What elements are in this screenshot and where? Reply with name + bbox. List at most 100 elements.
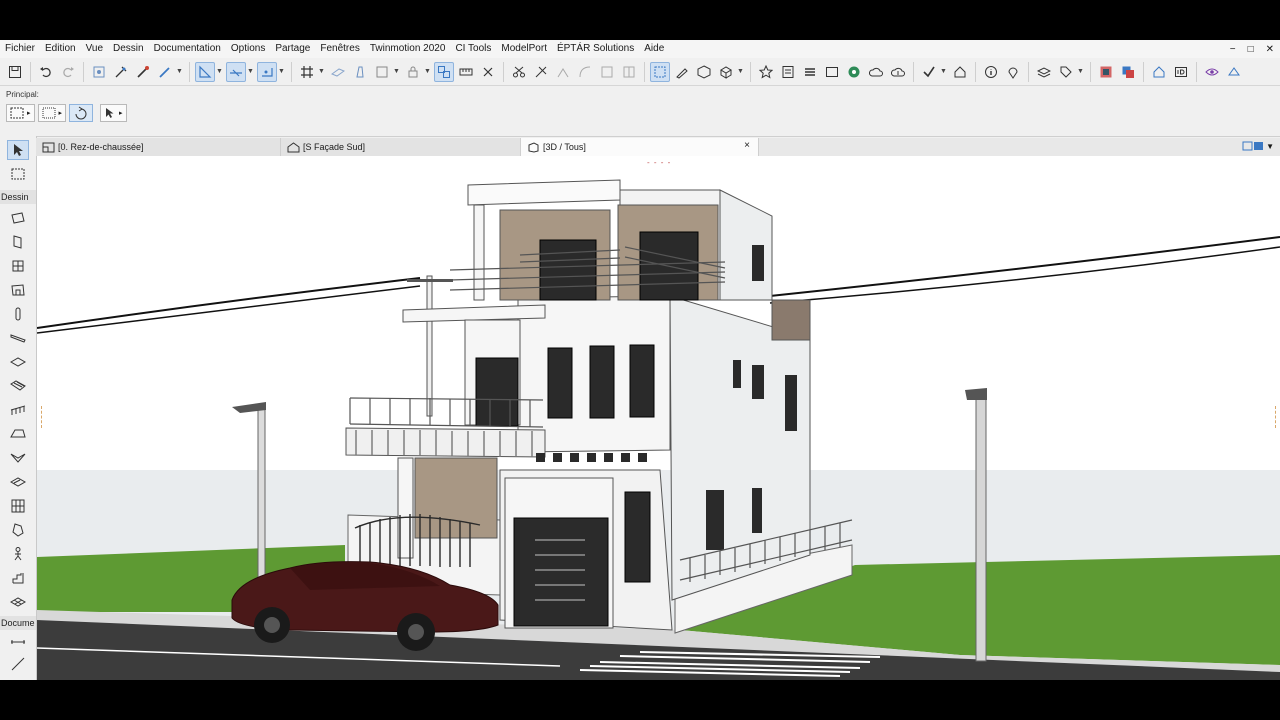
curtain-wall-tool[interactable]	[7, 496, 29, 516]
menu-modelport[interactable]: ModelPort	[496, 40, 552, 58]
tab-rez-de-chaussee[interactable]: [0. Rez-de-chaussée]	[36, 138, 281, 156]
menu-dessin[interactable]: Dessin	[108, 40, 149, 58]
dimension-tool[interactable]	[7, 630, 29, 650]
layers-button[interactable]	[1034, 62, 1054, 82]
save-button[interactable]	[5, 62, 25, 82]
syringe-settings-button[interactable]	[155, 62, 175, 82]
graphic-override-button[interactable]	[1096, 62, 1116, 82]
pick-up-button[interactable]	[89, 62, 109, 82]
selection-method-button[interactable]: ▸	[6, 104, 35, 122]
eyedropper-button[interactable]	[133, 62, 153, 82]
renovation-filter-button[interactable]	[1118, 62, 1138, 82]
split-button[interactable]	[509, 62, 529, 82]
slab-tool[interactable]	[7, 352, 29, 372]
column-tool[interactable]	[7, 304, 29, 324]
chevron-down-icon[interactable]: ▼	[278, 68, 285, 75]
3d-mode-button[interactable]	[716, 62, 736, 82]
beam-tool[interactable]	[7, 328, 29, 348]
zone-button[interactable]	[1003, 62, 1023, 82]
object-tool[interactable]	[7, 280, 29, 300]
pen-button[interactable]	[350, 62, 370, 82]
navigator-button[interactable]	[800, 62, 820, 82]
chevron-down-icon[interactable]: ▼	[940, 68, 947, 75]
restore-button[interactable]: □	[1248, 44, 1254, 55]
chevron-down-icon[interactable]: ▼	[1077, 68, 1084, 75]
gravity-button[interactable]	[328, 62, 348, 82]
window-tool[interactable]	[7, 256, 29, 276]
rotate-marquee-button[interactable]	[69, 104, 94, 122]
favorites-button[interactable]	[756, 62, 776, 82]
check-button[interactable]	[919, 62, 939, 82]
chevron-down-icon[interactable]: ▼	[216, 68, 223, 75]
3d-cutaway-button[interactable]	[694, 62, 714, 82]
tab-facade-sud[interactable]: [S Façade Sud]	[281, 138, 521, 156]
close-window-button[interactable]: ✕	[1266, 44, 1274, 55]
view-eye-button[interactable]	[1202, 62, 1222, 82]
curtain-wall-button[interactable]	[619, 62, 639, 82]
tab-list-control[interactable]: ▼	[1242, 140, 1274, 152]
renovation-button[interactable]	[950, 62, 970, 82]
chevron-down-icon[interactable]: ▼	[393, 68, 400, 75]
menu-partage[interactable]: Partage	[270, 40, 315, 58]
grid-button[interactable]	[297, 62, 317, 82]
lock-button[interactable]	[403, 62, 423, 82]
zone-tool[interactable]	[7, 544, 29, 564]
minimize-button[interactable]: −	[1230, 44, 1236, 55]
menu-fenetres[interactable]: Fenêtres	[315, 40, 364, 58]
menu-ci-tools[interactable]: CI Tools	[450, 40, 496, 58]
menu-eptar-solutions[interactable]: ÉPTÁR Solutions	[552, 40, 639, 58]
menu-edition[interactable]: Edition	[40, 40, 81, 58]
edit-selection-button[interactable]	[672, 62, 692, 82]
undo-button[interactable]	[36, 62, 56, 82]
chevron-down-icon[interactable]: ▼	[176, 68, 183, 75]
shell-tool[interactable]	[7, 448, 29, 468]
snap-guides-button[interactable]	[226, 61, 246, 82]
menu-twinmotion[interactable]: Twinmotion 2020	[365, 40, 451, 58]
chevron-down-icon[interactable]: ▼	[318, 68, 325, 75]
adjust-button[interactable]	[531, 62, 551, 82]
offset-button[interactable]	[597, 62, 617, 82]
stair-tool-2[interactable]	[7, 568, 29, 588]
suspend-groups-button[interactable]	[650, 61, 670, 82]
fillet-button[interactable]	[575, 62, 595, 82]
guide-lines-button[interactable]	[195, 61, 215, 82]
arrow-pointer-button[interactable]: ▸	[100, 104, 127, 122]
chevron-down-icon[interactable]: ▼	[247, 68, 254, 75]
skylight-tool[interactable]	[7, 472, 29, 492]
menu-fichier[interactable]: Fichier	[0, 40, 40, 58]
id-button[interactable]	[1171, 62, 1191, 82]
layout-book-button[interactable]	[778, 62, 798, 82]
explode-button[interactable]	[478, 62, 498, 82]
stair-tool[interactable]	[7, 376, 29, 396]
line-tool[interactable]	[7, 654, 29, 674]
wall-tool[interactable]	[7, 208, 29, 228]
bimx-button[interactable]	[844, 62, 864, 82]
marquee-tool[interactable]	[7, 164, 29, 184]
fill-button[interactable]	[372, 62, 392, 82]
chevron-down-icon[interactable]: ▼	[424, 68, 431, 75]
arrow-tool[interactable]	[7, 140, 29, 160]
tab-3d-tous[interactable]: [3D / Tous] ×	[521, 138, 759, 156]
trim-to-roof-button[interactable]	[456, 62, 476, 82]
menu-vue[interactable]: Vue	[81, 40, 108, 58]
chevron-down-icon[interactable]: ▼	[737, 68, 744, 75]
teamwork-button[interactable]	[866, 62, 886, 82]
door-tool[interactable]	[7, 232, 29, 252]
roof-tool[interactable]	[7, 424, 29, 444]
redo-button[interactable]	[58, 62, 78, 82]
intersect-button[interactable]	[553, 62, 573, 82]
organizer-button[interactable]	[822, 62, 842, 82]
railing-tool[interactable]	[7, 400, 29, 420]
info-button[interactable]	[981, 62, 1001, 82]
group-button[interactable]	[434, 61, 454, 82]
3d-viewport[interactable]: - - - -	[37, 156, 1280, 680]
inject-button[interactable]	[111, 62, 131, 82]
publish-button[interactable]	[888, 62, 908, 82]
home-story-button[interactable]	[1149, 62, 1169, 82]
snap-points-button[interactable]	[257, 61, 277, 82]
morph-tool[interactable]	[7, 520, 29, 540]
menu-options[interactable]: Options	[226, 40, 270, 58]
render-button[interactable]	[1224, 62, 1244, 82]
marquee-mode-button[interactable]: ▸	[37, 104, 67, 122]
mesh-tool[interactable]	[7, 592, 29, 612]
